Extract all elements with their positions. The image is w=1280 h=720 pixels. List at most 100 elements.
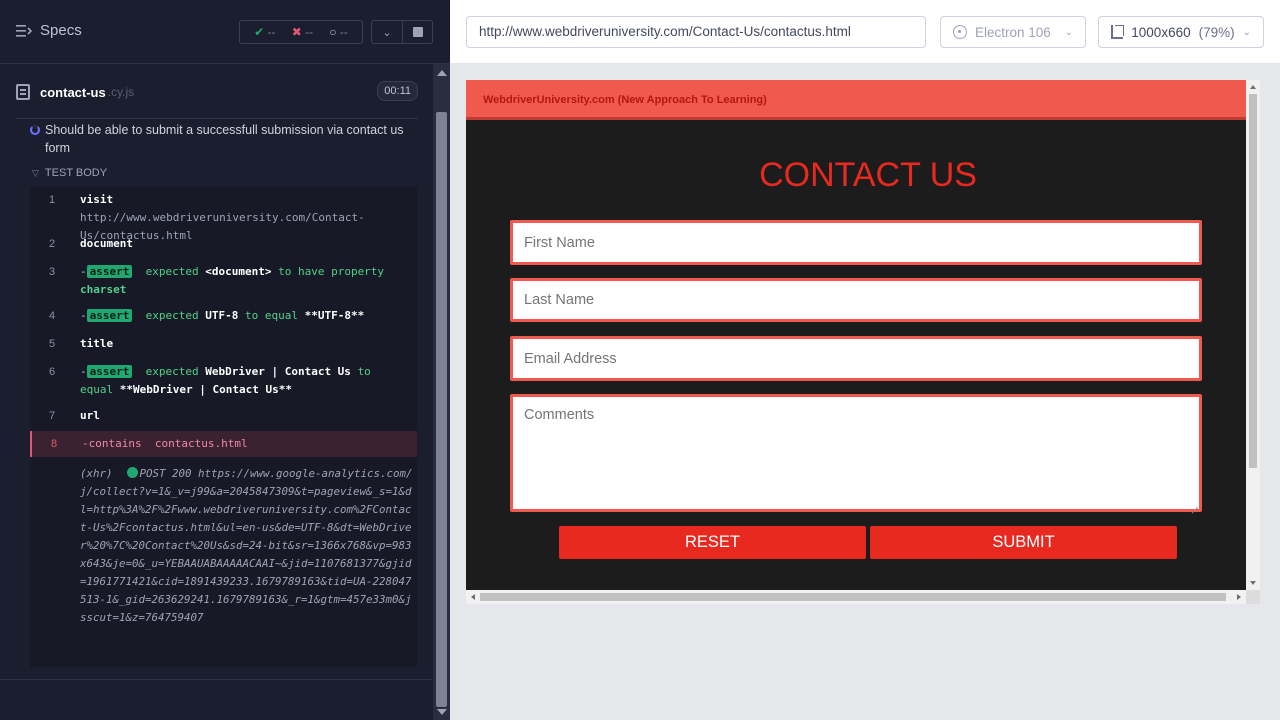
scrollbar-thumb[interactable]: [1249, 94, 1257, 468]
test-body-toggle[interactable]: ▽ TEST BODY: [32, 167, 107, 179]
command-row[interactable]: 6 - assert expected WebDriver | Contact U…: [30, 363, 417, 399]
stop-button[interactable]: [403, 20, 433, 44]
assert-value: **WebDriver | Contact Us**: [119, 383, 292, 396]
chevron-down-icon: ⌄: [1064, 26, 1073, 38]
passed-stat: ✔ --: [254, 25, 276, 39]
aut-vertical-scrollbar[interactable]: [1246, 80, 1260, 590]
aut-header: http://www.webdriveruniversity.com/Conta…: [450, 0, 1280, 64]
command-row[interactable]: 3 - assert expected <document> to have pr…: [30, 263, 417, 299]
specs-label: Specs: [40, 22, 82, 39]
command-row-failed[interactable]: 8 -contains contactus.html: [30, 431, 417, 457]
command-body: - assert expected <document> to have prop…: [80, 265, 385, 296]
browser-selector[interactable]: Electron 106 ⌄: [940, 16, 1086, 48]
scroll-up-icon[interactable]: [1250, 85, 1256, 89]
command-log: 1 visit http://www.webdriveruniversity.c…: [30, 187, 417, 667]
xhr-tag: (xhr): [80, 467, 113, 480]
check-icon: ✔: [254, 25, 265, 39]
electron-icon: [953, 25, 967, 39]
spec-header[interactable]: contact-us .cy.js 00:11: [16, 79, 418, 105]
test-title[interactable]: Should be able to submit a successfull s…: [30, 121, 410, 157]
command-body: url: [80, 407, 410, 425]
pending-icon: ○: [329, 25, 337, 39]
test-body-label: TEST BODY: [44, 167, 108, 179]
test-stats: ✔ -- ✖ -- ○ --: [239, 20, 363, 44]
browser-label: Electron 106: [975, 24, 1051, 40]
ruler-icon: [1111, 25, 1125, 39]
scroll-up-icon[interactable]: [437, 70, 447, 76]
command-body: - assert expected UTF-8 to equal **UTF-8*…: [80, 309, 365, 322]
collapse-button[interactable]: ⌄: [371, 20, 403, 44]
assert-text: expected: [145, 265, 199, 278]
comments-textarea[interactable]: [510, 394, 1202, 512]
resize-grip-icon[interactable]: [1190, 500, 1198, 508]
assert-badge: assert: [86, 365, 133, 378]
command-name: url: [80, 409, 100, 422]
assert-text: expected: [145, 365, 199, 378]
command-body: - assert expected WebDriver | Contact Us …: [80, 365, 371, 396]
chevron-down-icon: ⌄: [382, 26, 392, 39]
command-name: visit: [80, 193, 114, 206]
command-message: contactus.html: [154, 437, 248, 450]
assert-value: **UTF-8**: [304, 309, 365, 322]
last-name-input[interactable]: [510, 278, 1202, 322]
command-number: 1: [48, 194, 56, 206]
aut-horizontal-scrollbar[interactable]: [466, 590, 1246, 604]
reporter-scrollbar[interactable]: [433, 64, 450, 720]
scrollbar-corner: [1246, 590, 1260, 604]
command-row[interactable]: 1 visit http://www.webdriveruniversity.c…: [30, 191, 417, 242]
scrollbar-thumb[interactable]: [436, 112, 447, 707]
command-number: 7: [48, 410, 56, 422]
first-name-input[interactable]: [510, 220, 1202, 265]
running-spinner-icon: [30, 125, 40, 135]
scroll-right-icon[interactable]: [1237, 594, 1241, 600]
viewport-selector[interactable]: 1000x660 (79%) ⌄: [1098, 16, 1264, 48]
divider: [16, 118, 418, 119]
assert-text: to equal: [244, 309, 298, 322]
site-navbar: WebdriverUniversity.com (New Approach To…: [466, 80, 1246, 120]
chevron-down-icon: ▽: [32, 167, 39, 178]
command-number: 8: [50, 438, 58, 450]
specs-toolbar: Specs ✔ -- ✖ -- ○ -- ⌄: [0, 0, 450, 64]
command-body: title: [80, 335, 410, 353]
submit-button[interactable]: SUBMIT: [870, 526, 1177, 559]
reporter: contact-us .cy.js 00:11 Should be able t…: [0, 65, 432, 679]
test-title-text: Should be able to submit a successfull s…: [45, 123, 404, 155]
spec-name: contact-us: [40, 84, 106, 100]
command-number: 3: [48, 266, 56, 278]
assert-value: charset: [80, 283, 127, 296]
command-name: document: [80, 237, 133, 250]
specs-menu-icon: [16, 24, 32, 37]
scrollbar-thumb[interactable]: [480, 593, 1226, 601]
aut-iframe: WebdriverUniversity.com (New Approach To…: [466, 80, 1260, 604]
command-number: 5: [48, 338, 56, 350]
viewport-size: 1000x660: [1131, 24, 1191, 40]
command-number: 4: [48, 310, 56, 322]
assert-subject: WebDriver | Contact Us: [205, 365, 351, 378]
specs-toggle[interactable]: Specs: [16, 22, 82, 39]
scroll-down-icon[interactable]: [1250, 581, 1256, 585]
pending-stat: ○ --: [329, 25, 348, 39]
url-bar[interactable]: http://www.webdriveruniversity.com/Conta…: [466, 16, 926, 48]
command-number: 6: [48, 366, 56, 378]
contact-page: WebdriverUniversity.com (New Approach To…: [466, 80, 1246, 590]
assert-subject: <document>: [205, 265, 272, 278]
page-title: CONTACT US: [759, 156, 977, 194]
command-body: document: [80, 235, 410, 253]
spec-extension: .cy.js: [107, 85, 135, 99]
divider: [0, 679, 432, 680]
xhr-request: POST 200 https://www.google-analytics.co…: [80, 467, 413, 624]
chevron-down-icon: ⌄: [1242, 26, 1251, 38]
reset-button[interactable]: RESET: [559, 526, 866, 559]
zoom-level: (79%): [1198, 24, 1235, 40]
scroll-left-icon[interactable]: [471, 594, 475, 600]
x-icon: ✖: [291, 25, 302, 39]
email-input[interactable]: [510, 336, 1202, 381]
scroll-down-icon[interactable]: [437, 709, 447, 715]
command-name: title: [80, 337, 114, 350]
xhr-log-entry[interactable]: (xhr) POST 200 https://www.google-analyti…: [80, 465, 414, 627]
assert-badge: assert: [86, 265, 133, 278]
site-brand-link[interactable]: WebdriverUniversity.com (New Approach To…: [483, 94, 767, 106]
stop-icon: [412, 27, 423, 37]
assert-text: to have property: [278, 265, 385, 278]
file-icon: [16, 84, 30, 100]
